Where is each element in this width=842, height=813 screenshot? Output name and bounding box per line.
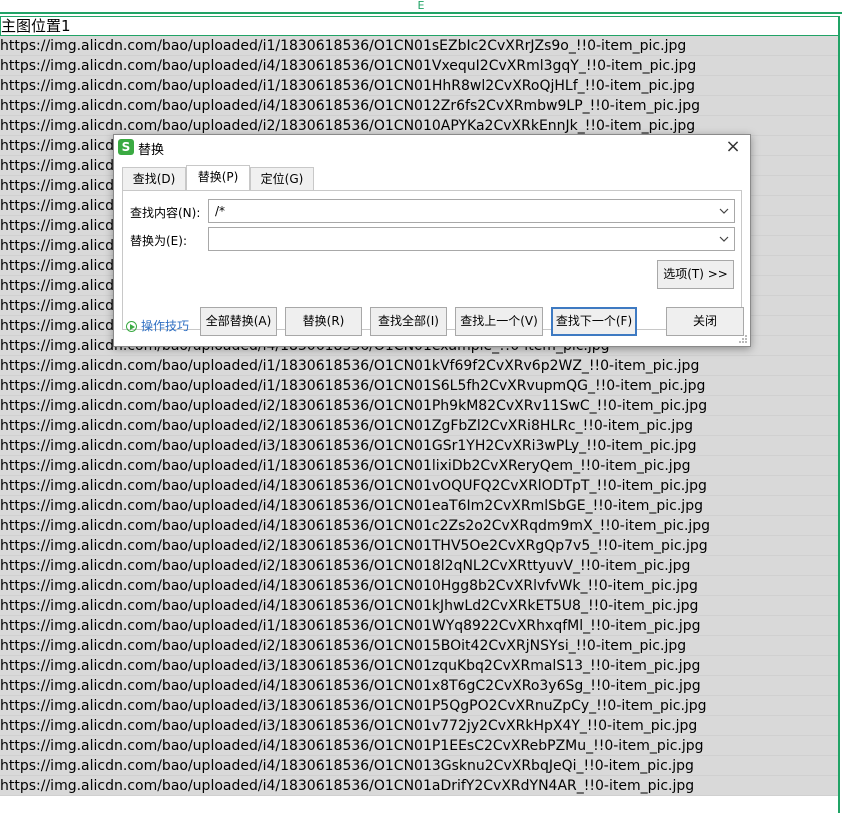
replace-dialog: S 替换 × 查找(D) 替换(P) 定位(G) 查找内容(N): /* 替换为… — [113, 134, 751, 347]
help-link[interactable]: 操作技巧 — [126, 317, 189, 334]
find-next-button[interactable]: 查找下一个(F) — [551, 307, 637, 336]
find-all-button[interactable]: 查找全部(I) — [370, 307, 447, 336]
find-previous-button[interactable]: 查找上一个(V) — [455, 307, 543, 336]
dialog-title: 替换 — [138, 143, 165, 158]
replace-button[interactable]: 替换(R) — [285, 307, 362, 336]
column-header-e[interactable]: E — [0, 0, 842, 14]
close-icon[interactable]: × — [722, 136, 744, 158]
column-letter: E — [417, 0, 425, 12]
tab-find[interactable]: 查找(D) — [122, 167, 186, 190]
close-button[interactable]: 关闭 — [666, 307, 744, 336]
replace-all-button[interactable]: 全部替换(A) — [200, 307, 277, 336]
tab-replace[interactable]: 替换(P) — [186, 165, 250, 190]
find-label: 查找内容(N): — [130, 206, 201, 220]
find-input[interactable]: /* — [208, 199, 735, 223]
dialog-titlebar[interactable]: S 替换 × — [114, 135, 750, 161]
replace-input[interactable] — [208, 227, 735, 251]
options-button[interactable]: 选项(T) >> — [657, 260, 734, 289]
chevron-down-icon[interactable] — [718, 200, 730, 222]
resize-grip-icon[interactable] — [738, 334, 748, 344]
replace-label: 替换为(E): — [130, 234, 187, 248]
wps-sheet-icon: S — [118, 139, 134, 155]
play-circle-icon — [126, 321, 137, 332]
spreadsheet[interactable]: E 主图位置1 https://img.alicdn.com/bao/uploa… — [0, 0, 842, 813]
find-input-value: /* — [215, 204, 226, 218]
tab-goto[interactable]: 定位(G) — [250, 167, 314, 190]
help-link-label: 操作技巧 — [141, 319, 190, 333]
chevron-down-icon[interactable] — [718, 228, 730, 250]
